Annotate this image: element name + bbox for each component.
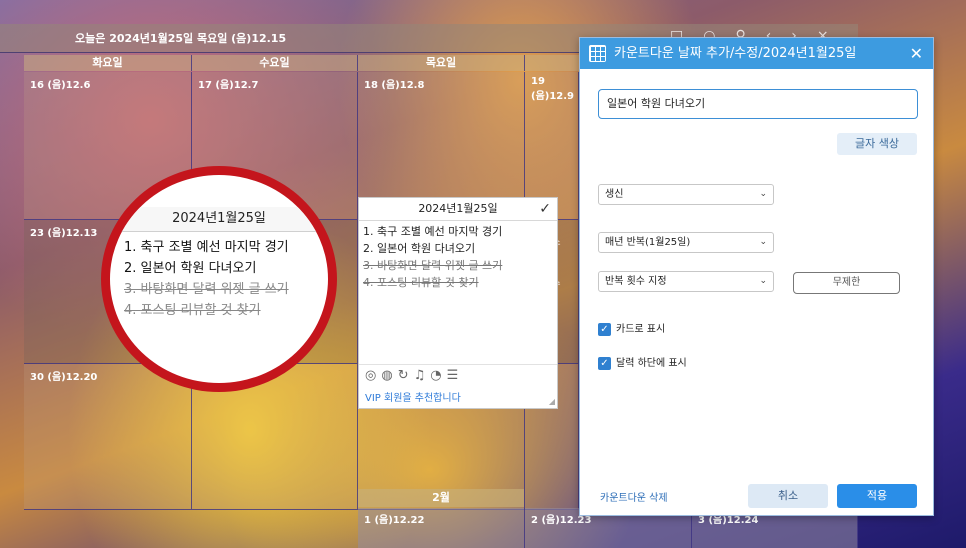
checkmark-icon: ✓ [598, 356, 611, 370]
day-cell[interactable]: 30 (음)12.20 [24, 364, 192, 510]
magnifier-callout: 2024년1월25일 1. 축구 조별 예선 마지막 경기 2. 일본어 학원 … [101, 166, 337, 392]
close-icon[interactable]: ✕ [910, 38, 923, 69]
todo-item-done: 4. 포스팅 리뷰할 것 찾기 [363, 276, 479, 289]
month-band: 2월 [358, 489, 524, 507]
todo-item: 1. 축구 조별 예선 마지막 경기 [124, 240, 289, 255]
show-as-card-checkbox[interactable]: ✓ 카드로 표시 [598, 322, 665, 337]
countdown-title-input[interactable]: 일본어 학원 다녀오기 [598, 89, 918, 119]
palette-icon[interactable]: ◍ [381, 368, 397, 383]
check-icon[interactable]: ✓ [539, 198, 551, 220]
cell-date: 18 (음)12.8 [364, 80, 425, 91]
timer-icon[interactable]: ◔ [430, 368, 446, 383]
day-header-wed: 수요일 [192, 55, 358, 71]
card-header: 2024년1월25일 ✓ [359, 198, 557, 221]
day-header-thu: 목요일 [358, 55, 525, 71]
cell-date: 19 (음)12.9 [531, 76, 575, 102]
chevron-down-icon: ⌄ [759, 237, 767, 247]
repeat-count-select[interactable]: 반복 횟수 지정 ⌄ [598, 271, 774, 292]
delete-countdown-link[interactable]: 카운트다운 삭제 [600, 489, 668, 504]
cell-date: 23 (음)12.13 [30, 228, 98, 239]
day-cell[interactable]: 1 (음)12.22 [358, 508, 525, 548]
bell-icon[interactable]: ♫ [414, 368, 431, 383]
type-select[interactable]: 생신 ⌄ [598, 184, 774, 205]
todo-item: 2. 일본어 학원 다녀오기 [363, 242, 476, 255]
cell-date: 16 (음)12.6 [30, 80, 91, 91]
cell-date: 17 (음)12.7 [198, 80, 259, 91]
today-label: 오늘은 2024년1월25일 목요일 (음)12.15 [75, 32, 287, 45]
cell-date: 30 (음)12.20 [30, 372, 98, 383]
unlimited-button[interactable]: 무제한 [793, 272, 900, 294]
cell-date: 1 (음)12.22 [364, 515, 425, 526]
list-icon[interactable]: ☰ [447, 368, 464, 383]
resize-handle-icon[interactable]: ◢ [549, 397, 555, 406]
day-header-fri [525, 55, 580, 71]
dialog-titlebar: 카운트다운 날짜 추가/수정/2024년1월25일 ✕ [580, 38, 933, 69]
day-header-tue: 화요일 [24, 55, 192, 71]
todo-item-done: 3. 바탕화면 달력 위젯 글 쓰기 [124, 282, 289, 297]
repeat-select[interactable]: 매년 반복(1월25일) ⌄ [598, 232, 774, 253]
text-color-button[interactable]: 글자 색상 [837, 133, 917, 155]
countdown-dialog: 카운트다운 날짜 추가/수정/2024년1월25일 ✕ 일본어 학원 다녀오기 … [579, 37, 934, 516]
checkmark-icon: ✓ [598, 322, 611, 336]
card-todo-list: 1. 축구 조별 예선 마지막 경기 2. 일본어 학원 다녀오기 3. 바탕화… [359, 221, 557, 293]
app-grid-icon [589, 45, 606, 62]
card-toolbar: ◎◍↻♫◔☰ [359, 364, 557, 386]
todo-item-done: 3. 바탕화면 달력 위젯 글 쓰기 [363, 259, 503, 272]
dialog-title: 카운트다운 날짜 추가/수정/2024년1월25일 [614, 46, 857, 61]
magnified-todo-list: 1. 축구 조별 예선 마지막 경기 2. 일본어 학원 다녀오기 3. 바탕화… [124, 237, 289, 321]
chevron-down-icon: ⌄ [759, 189, 767, 199]
vip-link[interactable]: VIP 회원을 추천합니다 [365, 389, 461, 404]
apply-button[interactable]: 적용 [837, 484, 917, 508]
repeat-icon[interactable]: ↻ [398, 368, 414, 383]
todo-item: 2. 일본어 학원 다녀오기 [124, 261, 257, 276]
todo-item-done: 4. 포스팅 리뷰할 것 찾기 [124, 303, 261, 318]
check-circle-icon[interactable]: ◎ [365, 368, 381, 383]
countdown-card[interactable]: 2024년1월25일 ✓ 1. 축구 조별 예선 마지막 경기 2. 일본어 학… [358, 197, 558, 409]
chevron-down-icon: ⌄ [759, 276, 767, 286]
cancel-button[interactable]: 취소 [748, 484, 828, 508]
card-date: 2024년1월25일 [418, 202, 498, 215]
magnified-date: 2024년1월25일 [110, 207, 328, 232]
show-below-calendar-checkbox[interactable]: ✓ 달력 하단에 표시 [598, 356, 687, 371]
todo-item: 1. 축구 조별 예선 마지막 경기 [363, 225, 503, 238]
